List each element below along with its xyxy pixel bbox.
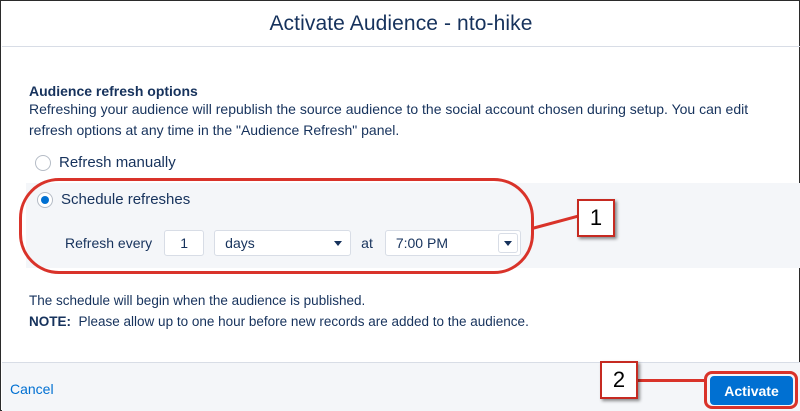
modal-window: Activate Audience - nto-hike Audience re… [0, 0, 800, 411]
modal-header: Activate Audience - nto-hike [2, 2, 800, 47]
annotation-callout-1: 1 [577, 199, 615, 237]
modal-body: Audience refresh options Refreshing your… [2, 47, 800, 361]
radio-schedule-refreshes[interactable]: Schedule refreshes [37, 191, 190, 208]
note-label: NOTE: [29, 314, 71, 329]
activate-button[interactable]: Activate [710, 376, 793, 405]
refresh-every-label: Refresh every [65, 235, 153, 251]
annotation-callout-2: 2 [600, 361, 638, 399]
time-select[interactable]: 7:00 PM [384, 230, 521, 256]
note-line: NOTE: Please allow up to one hour before… [29, 311, 529, 332]
radio-selected-icon[interactable] [37, 191, 53, 208]
interval-input[interactable]: 1 [164, 230, 205, 256]
cancel-button[interactable]: Cancel [10, 381, 54, 397]
radio-refresh-manually[interactable]: Refresh manually [35, 154, 176, 171]
radio-schedule-label: Schedule refreshes [61, 191, 191, 208]
section-title: Audience refresh options [29, 83, 198, 99]
modal-footer: Cancel Activate [2, 362, 800, 411]
interval-unit-select[interactable]: days [214, 230, 352, 256]
refresh-interval-row: Refresh every 1 days at 7:00 PM [65, 229, 521, 257]
annotation-connector-2 [638, 379, 704, 382]
chevron-down-icon[interactable] [497, 233, 518, 253]
note-text: Please allow up to one hour before new r… [78, 314, 529, 329]
schedule-notes: The schedule will begin when the audienc… [29, 290, 529, 332]
chevron-down-icon [334, 241, 343, 246]
radio-unselected-icon[interactable] [35, 154, 51, 171]
refresh-description: Refreshing your audience will republish … [29, 101, 749, 138]
schedule-begin-text: The schedule will begin when the audienc… [29, 293, 366, 308]
time-value: 7:00 PM [395, 235, 448, 251]
interval-unit-value: days [225, 235, 255, 251]
radio-manual-label: Refresh manually [59, 154, 176, 171]
modal-title: Activate Audience - nto-hike [269, 12, 533, 35]
at-label: at [361, 235, 373, 251]
